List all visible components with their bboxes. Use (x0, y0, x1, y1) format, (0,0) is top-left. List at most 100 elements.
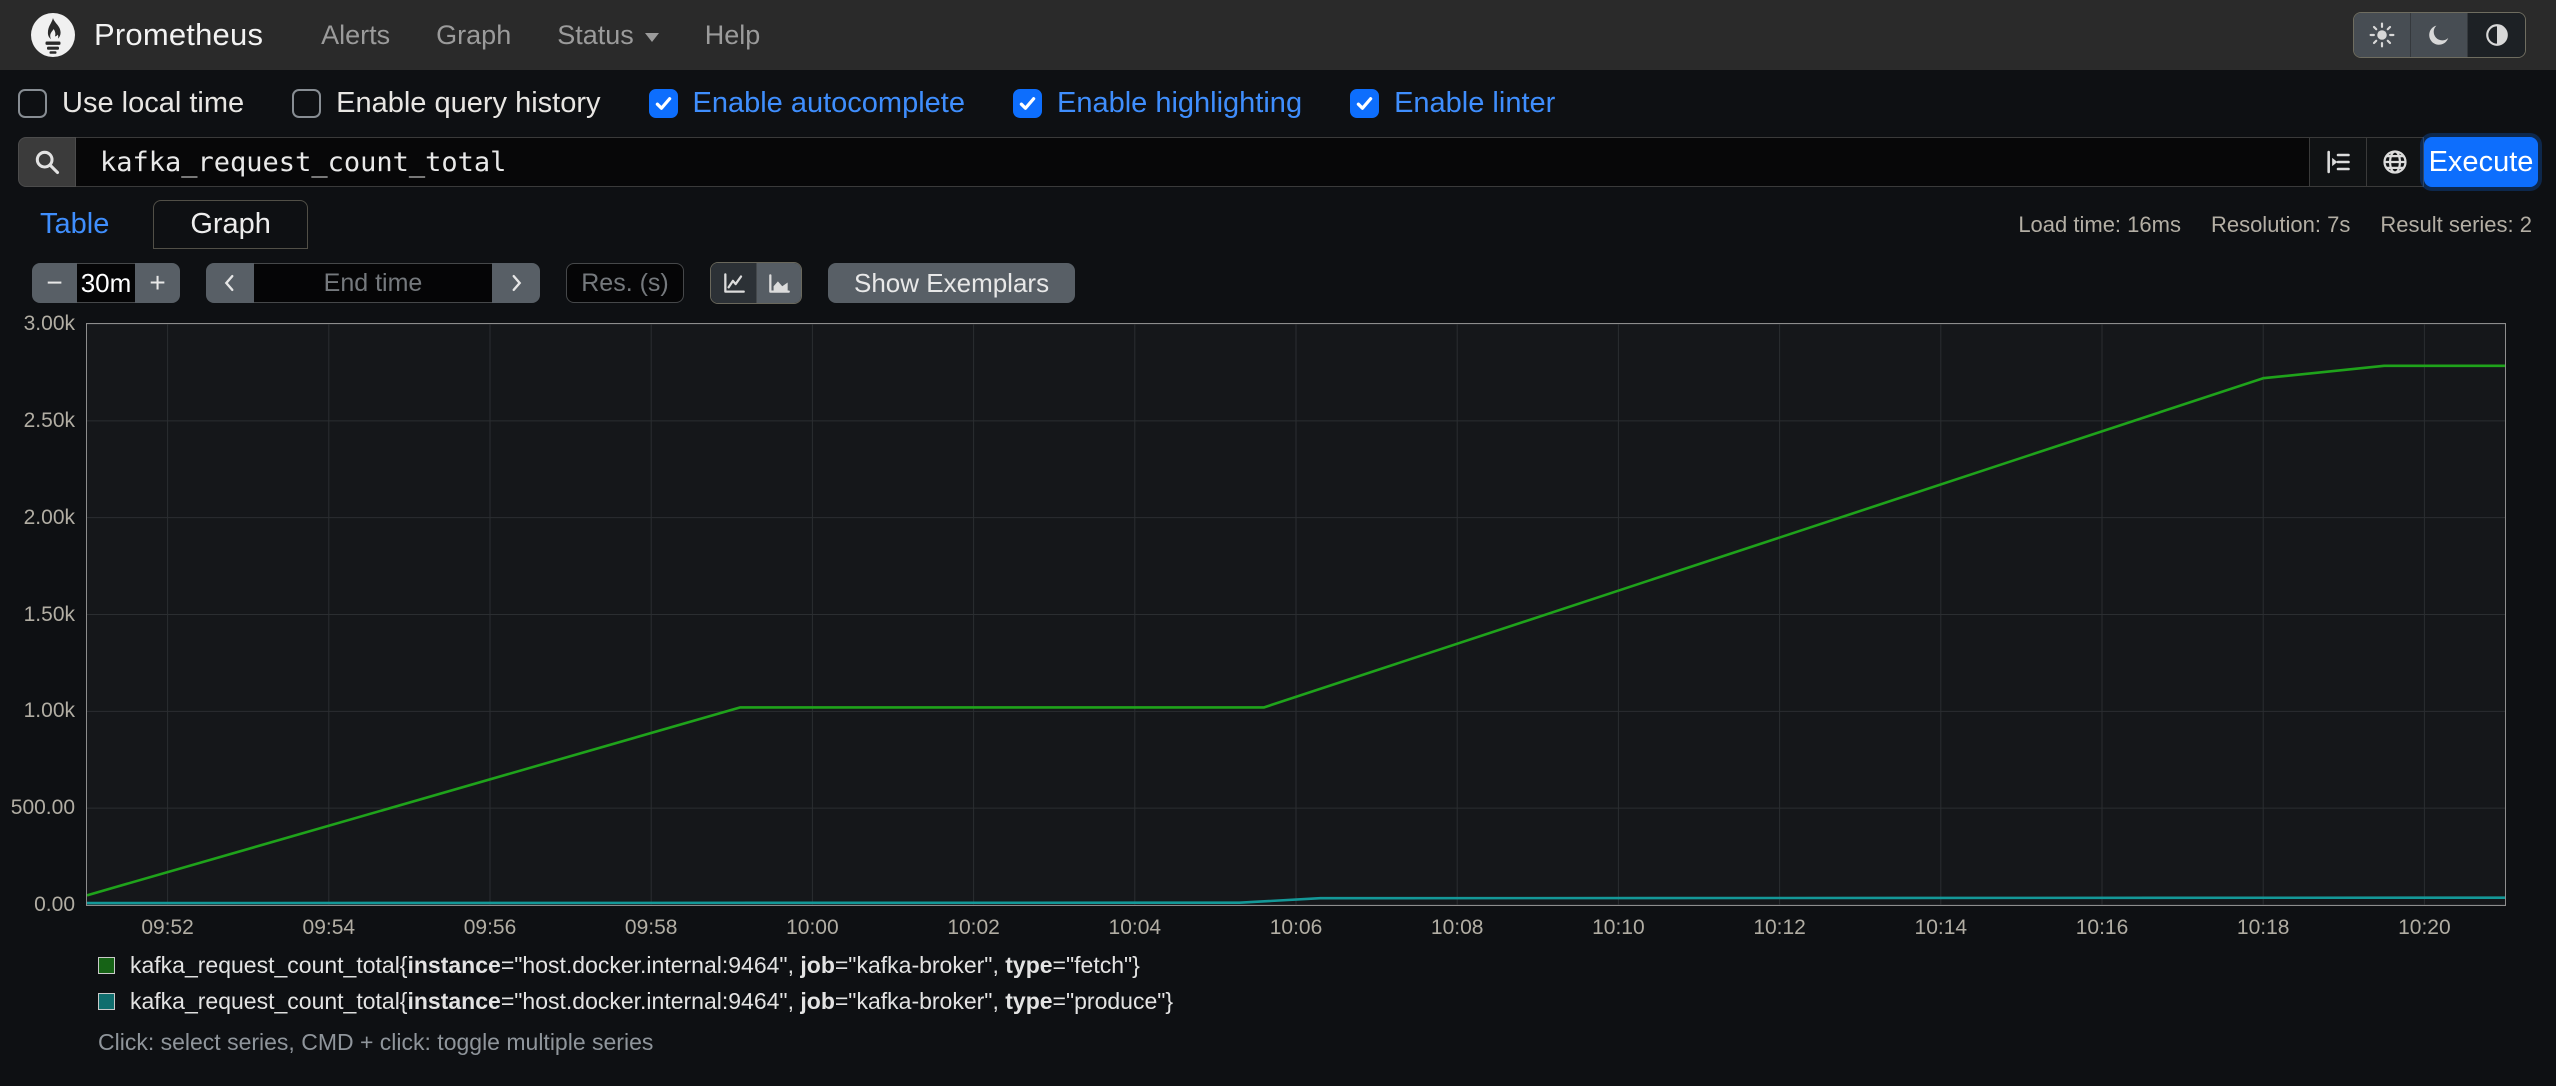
line-chart-icon (721, 270, 747, 296)
option-enable-autocomplete[interactable]: Enable autocomplete (648, 87, 965, 120)
tab-table[interactable]: Table (18, 200, 153, 249)
x-tick-label: 10:14 (1914, 916, 1968, 939)
x-tick-label: 10:20 (2398, 916, 2451, 939)
result-series-stat: Result series: 2 (2380, 211, 2532, 237)
range-duration-input[interactable] (77, 263, 135, 303)
chevron-left-icon (219, 272, 241, 294)
caret-down-icon (644, 32, 659, 42)
query-search-addon (18, 137, 76, 187)
option-use-local-time[interactable]: Use local time (18, 87, 244, 120)
x-tick-label: 09:52 (141, 916, 194, 939)
x-tick-label: 10:00 (786, 916, 839, 939)
option-label: Enable linter (1394, 87, 1556, 119)
checkbox-use-local-time[interactable] (18, 89, 47, 118)
line-chart-button[interactable] (711, 263, 756, 303)
checkmark-icon (1019, 97, 1036, 110)
x-tick-label: 10:06 (1269, 916, 1323, 939)
sun-icon (2369, 22, 2395, 48)
checkbox-enable-query-history[interactable] (292, 89, 322, 118)
option-enable-query-history[interactable]: Enable query history (292, 87, 601, 120)
x-tick-label: 10:18 (2236, 916, 2290, 939)
legend-swatch (98, 957, 115, 974)
auto-theme-button[interactable] (2468, 13, 2525, 57)
y-tick-label: 1.50k (23, 602, 75, 626)
query-bar: Execute (18, 137, 2538, 187)
show-exemplars-button[interactable]: Show Exemplars (828, 263, 1076, 303)
x-tick-label: 10:04 (1108, 916, 1162, 939)
graph-legend: kafka_request_count_total{instance="host… (98, 952, 2556, 1015)
x-tick-label: 09:56 (463, 916, 517, 939)
y-tick-label: 2.00k (23, 505, 75, 529)
checkmark-icon (655, 97, 671, 110)
prometheus-logo-icon (30, 12, 76, 58)
stacked-chart-icon (766, 270, 792, 296)
load-time-stat: Load time: 16ms (2018, 211, 2181, 237)
graph-controls: − + (32, 262, 2556, 304)
shift-back-button[interactable] (206, 263, 254, 303)
metrics-explorer-icon (2324, 148, 2352, 176)
nav-links: Alerts Graph Status Help (321, 20, 760, 51)
nav-item-help[interactable]: Help (705, 20, 761, 51)
shift-forward-button[interactable] (492, 263, 540, 303)
theme-toggle-group (2353, 12, 2526, 58)
x-tick-label: 10:08 (1430, 916, 1484, 939)
x-tick-label: 09:54 (302, 916, 356, 939)
checkbox-enable-highlighting[interactable] (1012, 89, 1042, 118)
chart-type-toggle-group (710, 262, 802, 304)
end-time-input[interactable] (254, 263, 492, 303)
option-label: Enable query history (336, 87, 601, 119)
legend-swatch (98, 993, 115, 1010)
resolution-input[interactable] (566, 263, 684, 303)
tab-graph[interactable]: Graph (153, 200, 308, 249)
nav-item-alerts[interactable]: Alerts (321, 20, 390, 51)
navbar: Prometheus Alerts Graph Status Help (0, 0, 2556, 70)
checkbox-enable-autocomplete[interactable] (648, 89, 678, 118)
x-tick-label: 10:12 (1753, 916, 1806, 939)
brand-name: Prometheus (94, 17, 264, 52)
query-expression-input[interactable] (76, 137, 2310, 187)
execute-button[interactable]: Execute (2424, 137, 2538, 187)
local-time-globe-button[interactable] (2367, 137, 2424, 187)
dark-theme-button[interactable] (2411, 13, 2468, 57)
checkmark-icon (1356, 97, 1373, 110)
decrease-range-button[interactable]: − (32, 263, 77, 303)
prometheus-brand[interactable]: Prometheus (30, 12, 263, 58)
option-label: Use local time (62, 87, 245, 119)
y-tick-label: 3.00k (23, 312, 75, 335)
chart-svg (87, 324, 2505, 905)
checkbox-enable-linter[interactable] (1350, 89, 1380, 118)
legend-item-1[interactable]: kafka_request_count_total{instance="host… (98, 988, 2556, 1015)
x-tick-label: 09:58 (624, 916, 678, 939)
metrics-explorer-button[interactable] (2310, 137, 2367, 187)
panel-tabs: Table Graph Load time: 16ms Resolution: … (18, 200, 2538, 249)
legend-label: kafka_request_count_total{instance="host… (130, 952, 1140, 978)
y-tick-label: 0.00 (34, 893, 75, 916)
circle-half-icon (2484, 22, 2510, 48)
legend-label: kafka_request_count_total{instance="host… (130, 988, 1174, 1014)
query-options-row: Use local time Enable query history Enable… (0, 70, 2556, 137)
option-enable-linter[interactable]: Enable linter (1350, 87, 1555, 120)
legend-item-0[interactable]: kafka_request_count_total{instance="host… (98, 952, 2556, 979)
y-tick-label: 2.50k (23, 408, 75, 432)
nav-item-status[interactable]: Status (557, 20, 659, 51)
option-label: Enable autocomplete (692, 87, 965, 119)
light-theme-button[interactable] (2354, 13, 2411, 57)
graph-canvas[interactable]: 0.00 500.00 1.00k 1.50k 2.00k 2.50k 3.00k 09:52… (11, 312, 2506, 939)
x-tick-label: 10:16 (2075, 916, 2129, 939)
search-icon (33, 148, 61, 176)
legend-help-text: Click: select series, CMD + click: toggl… (98, 1029, 654, 1055)
range-stepper-group: − + (32, 263, 180, 303)
stacked-chart-button[interactable] (756, 263, 801, 303)
end-time-group (206, 263, 540, 303)
nav-item-graph[interactable]: Graph (436, 20, 511, 51)
y-tick-label: 500.00 (10, 796, 75, 820)
option-enable-highlighting[interactable]: Enable highlighting (1012, 87, 1303, 120)
y-tick-label: 1.00k (23, 699, 75, 723)
chevron-right-icon (505, 272, 527, 294)
x-tick-label: 10:02 (947, 916, 1000, 939)
option-label: Enable highlighting (1056, 87, 1303, 119)
moon-icon (2426, 22, 2452, 48)
globe-icon (2381, 148, 2409, 176)
x-tick-label: 10:10 (1592, 916, 1645, 939)
increase-range-button[interactable]: + (135, 263, 180, 303)
